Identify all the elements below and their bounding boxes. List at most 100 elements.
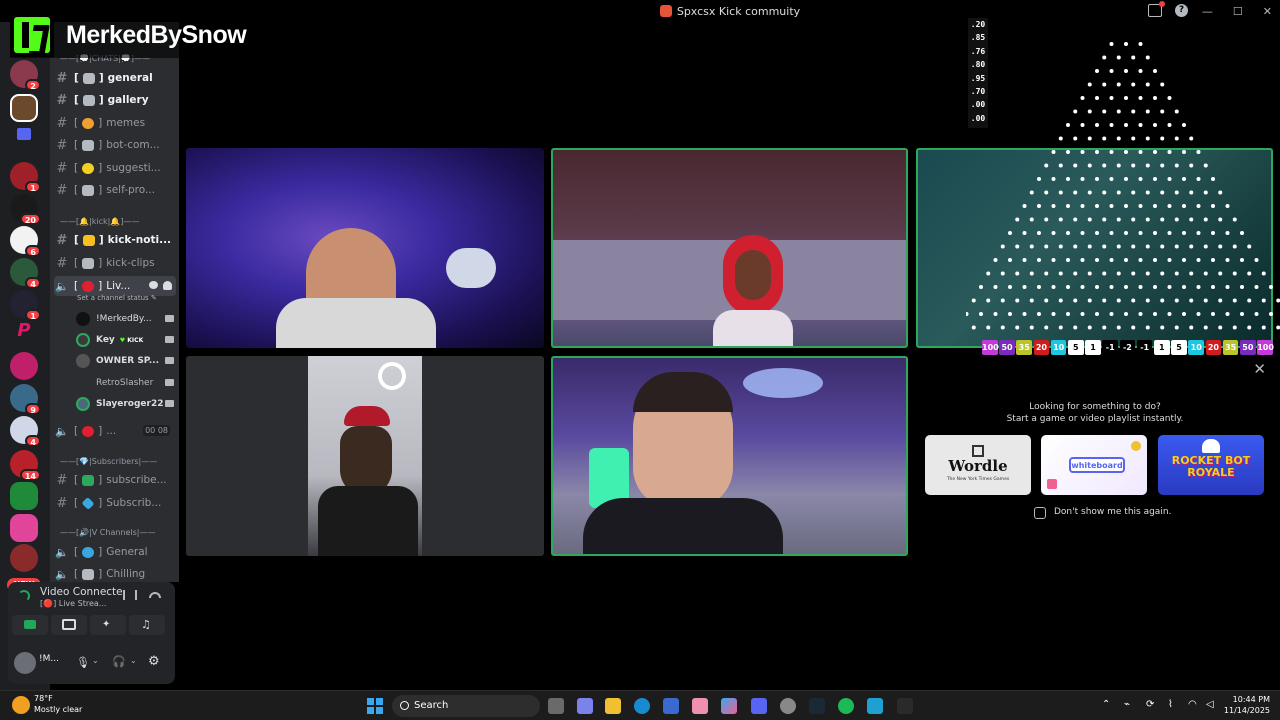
windows-start-icon[interactable] <box>367 698 383 714</box>
teams-icon[interactable] <box>577 698 593 714</box>
file-explorer-icon[interactable] <box>605 698 621 714</box>
voice-status-title[interactable]: Video Connecte <box>40 586 123 598</box>
channel-suggestions[interactable]: #[] suggesti... <box>54 158 176 178</box>
dont-show-label[interactable]: Don't show me this again. <box>1054 507 1171 517</box>
channel-kick-notifications[interactable]: #[] kick-noti... <box>54 230 176 250</box>
category-subscribers[interactable]: ——[💎|Subscribers|—— <box>60 457 157 466</box>
close-icon[interactable]: ✕ <box>1253 360 1266 378</box>
disconnect-icon[interactable] <box>149 592 161 598</box>
voice-user[interactable]: OWNER SP... <box>76 352 176 370</box>
weather-icon[interactable] <box>12 696 30 714</box>
category-voice-channels[interactable]: ——[🔊|V Channels|—— <box>60 528 156 537</box>
network-icon[interactable]: ⌇ <box>1168 699 1173 710</box>
voice-channel-live[interactable]: 🔈[] Liv... <box>54 276 176 296</box>
soundboard-button[interactable]: ♫ <box>129 615 165 635</box>
hash-icon: # <box>56 255 68 271</box>
server-icon[interactable] <box>10 544 38 572</box>
tray-icon[interactable]: ⌁ <box>1124 699 1130 710</box>
user-name[interactable]: !M... <box>39 654 59 664</box>
server-icon-selected[interactable] <box>10 94 38 122</box>
screen-share-button[interactable] <box>51 615 87 635</box>
server-icon[interactable] <box>10 482 38 510</box>
user-avatar[interactable] <box>14 652 36 674</box>
server-icon[interactable]: 4 <box>10 416 41 447</box>
voice-user[interactable]: RetroSlasher <box>76 374 176 392</box>
chevron-up-icon[interactable]: ⌃ <box>1102 699 1110 710</box>
plinko-peg <box>1087 244 1092 249</box>
activity-card-whiteboard[interactable]: whiteboard <box>1041 435 1147 495</box>
voice-user[interactable]: Key ♥ KICK <box>76 331 176 349</box>
server-icon[interactable]: 2 <box>10 60 41 91</box>
plinko-peg <box>1145 82 1150 87</box>
video-tile-streamer[interactable] <box>186 148 544 348</box>
volume-icon[interactable]: ◁ <box>1206 699 1214 710</box>
server-icon[interactable] <box>10 514 38 542</box>
channel-kick-clips[interactable]: #[] kick-clips <box>54 253 176 273</box>
wifi-icon[interactable]: ◠ <box>1188 699 1197 710</box>
copilot-icon[interactable] <box>721 698 737 714</box>
folder-icon[interactable] <box>17 128 31 140</box>
system-clock[interactable]: 10:44 PM 11/14/2025 <box>1224 694 1270 716</box>
server-icon[interactable]: 6 <box>10 226 41 257</box>
plinko-peg <box>1058 298 1063 303</box>
channel-bot-commands[interactable]: #[] bot-com... <box>54 135 176 155</box>
voice-user[interactable]: !MerkedBy... <box>76 310 176 328</box>
activity-card-rocket-bot-royale[interactable]: ROCKET BOT ROYALE <box>1158 435 1264 495</box>
server-icon[interactable]: 1 <box>10 162 41 193</box>
weather-desc[interactable]: Mostly clear <box>34 705 82 714</box>
server-icon[interactable]: 20 <box>10 194 41 225</box>
store-icon[interactable] <box>663 698 679 714</box>
video-tile-participant[interactable] <box>551 356 908 556</box>
dont-show-checkbox[interactable] <box>1034 507 1046 519</box>
activities-button[interactable]: ✦ <box>90 615 126 635</box>
headphones-icon[interactable]: 🎧 <box>112 655 126 668</box>
plinko-peg <box>1196 258 1201 262</box>
server-icon[interactable]: 14 <box>10 450 41 481</box>
server-icon[interactable]: 1 <box>10 290 41 321</box>
p-server-icon[interactable]: P <box>10 320 38 348</box>
microphone-icon[interactable]: 🎙 <box>76 656 90 669</box>
channel-subscriber-chat[interactable]: #[] Subscrib... <box>54 493 176 513</box>
video-tile-participant[interactable] <box>186 356 544 556</box>
channel-memes[interactable]: #[] memes <box>54 113 176 133</box>
app-icon[interactable] <box>780 698 796 714</box>
channel-subscribers[interactable]: #[] subscribe... <box>54 470 176 490</box>
steam-icon[interactable] <box>809 698 825 714</box>
add-user-icon[interactable] <box>163 281 172 290</box>
channel-gallery[interactable]: #[] gallery <box>54 90 176 110</box>
camera-button[interactable] <box>12 615 48 635</box>
server-icon[interactable]: 9 <box>10 384 41 415</box>
soundboard-icon[interactable] <box>123 590 137 600</box>
channel-self-promo[interactable]: #[] self-pro... <box>54 180 176 200</box>
plinko-peg <box>1261 325 1266 330</box>
app-icon[interactable] <box>692 698 708 714</box>
taskbar-search[interactable]: Search <box>392 695 540 717</box>
plinko-peg <box>1174 298 1179 303</box>
video-tile-participant[interactable] <box>551 148 908 348</box>
sync-icon[interactable]: ⟳ <box>1146 699 1154 710</box>
chat-bubble-icon[interactable] <box>149 281 158 289</box>
notepad-icon[interactable] <box>867 698 883 714</box>
channel-status-note[interactable]: Set a channel status ✎ <box>77 294 157 302</box>
voice-user[interactable]: Slayeroger22 <box>76 395 176 413</box>
weather-temp[interactable]: 78°F <box>34 694 53 703</box>
epic-games-icon[interactable] <box>897 698 913 714</box>
server-icon[interactable] <box>10 352 38 380</box>
voice-channel-chilling[interactable]: 🔈[] Chilling <box>54 564 176 582</box>
voice-channel-second[interactable]: 🔈[]... 00 08 <box>54 421 176 441</box>
activity-card-wordle[interactable]: Wordle The New York Times Games <box>925 435 1031 495</box>
channel-general[interactable]: #[] general <box>54 68 176 88</box>
voice-channel-name[interactable]: [🔴] Live Strea... <box>40 599 106 608</box>
plinko-peg <box>1124 123 1128 127</box>
chevron-down-icon[interactable]: ⌄ <box>130 656 137 665</box>
discord-icon[interactable] <box>751 698 767 714</box>
edge-icon[interactable] <box>634 698 650 714</box>
task-view-icon[interactable] <box>548 698 564 714</box>
chevron-down-icon[interactable]: ⌄ <box>92 656 99 665</box>
signal-icon[interactable] <box>18 590 30 602</box>
spotify-icon[interactable] <box>838 698 854 714</box>
server-icon[interactable]: 4 <box>10 258 41 289</box>
settings-gear-icon[interactable]: ⚙ <box>148 654 160 669</box>
category-kick[interactable]: ——[🔔|kick|🔔]—— <box>60 217 139 226</box>
voice-channel-general[interactable]: 🔈[] General <box>54 542 176 562</box>
